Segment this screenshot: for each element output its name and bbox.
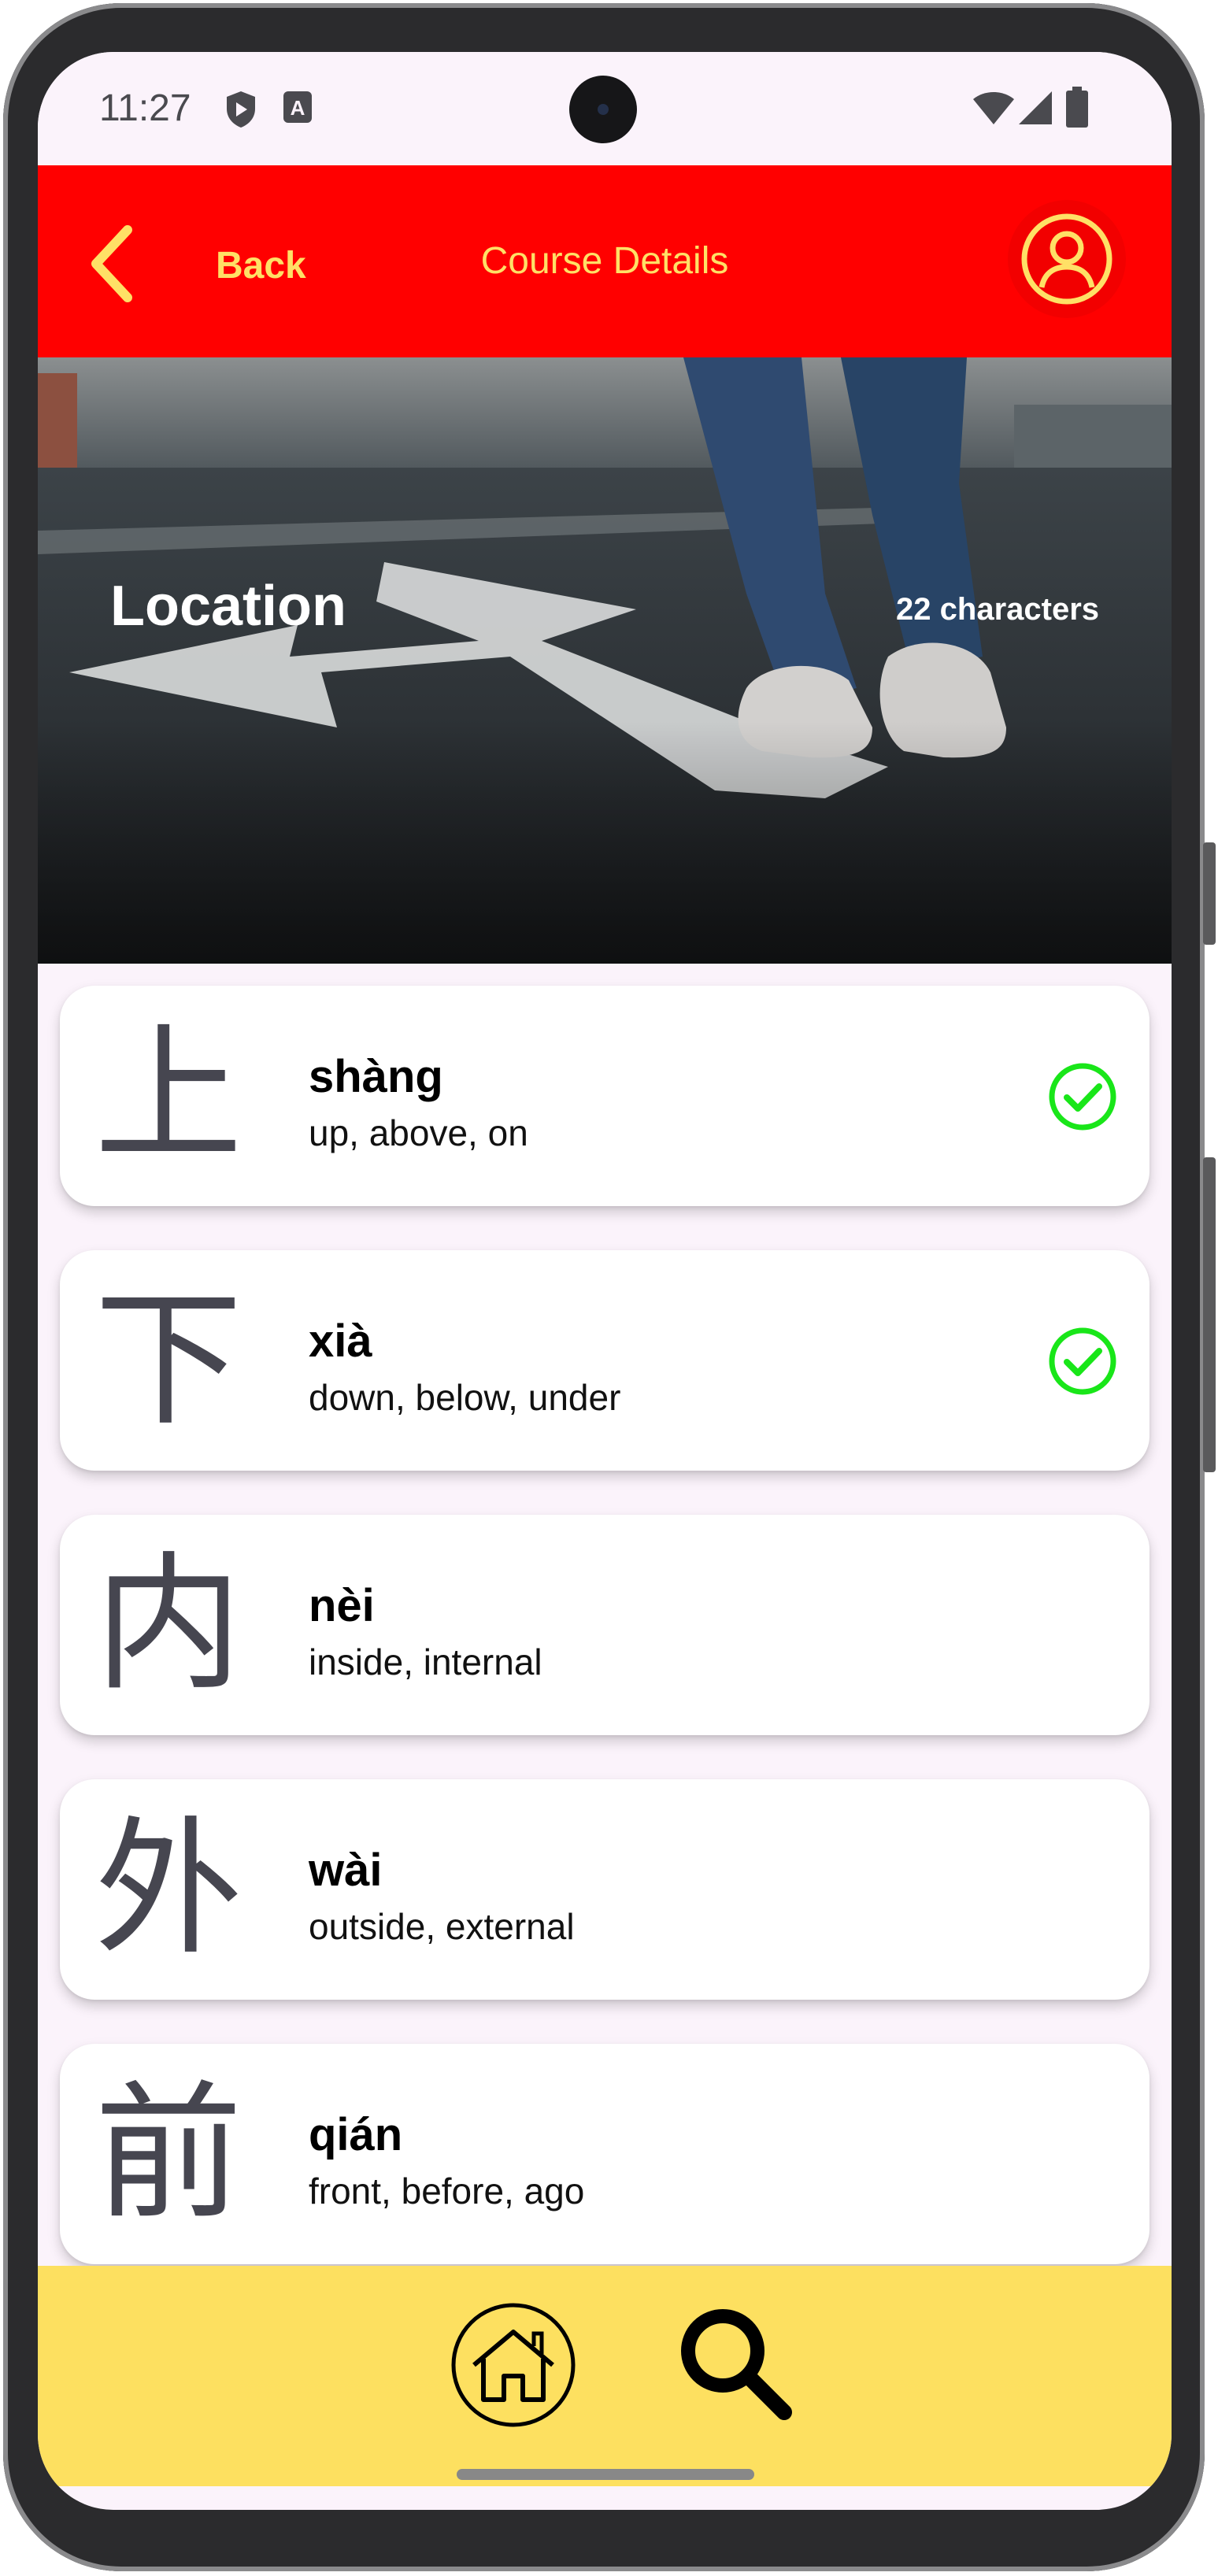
user-avatar-icon	[1021, 213, 1112, 305]
gesture-bar	[457, 2469, 754, 2480]
profile-button[interactable]	[1008, 200, 1126, 318]
course-title: Location	[110, 575, 346, 638]
app-bar: Back Course Details	[38, 165, 1172, 357]
meaning: down, below, under	[309, 1377, 621, 1418]
volume-button	[1203, 842, 1216, 945]
wifi-icon	[973, 92, 1014, 124]
pinyin: nèi	[309, 1580, 375, 1631]
signal-icon	[1019, 91, 1052, 124]
road-arrows-image	[38, 357, 1172, 964]
pinyin: xià	[309, 1316, 372, 1367]
page-title: Course Details	[480, 240, 729, 282]
pinyin: wài	[309, 1845, 383, 1896]
hanzi-character: 前	[94, 2067, 242, 2240]
hanzi-character: 外	[94, 1803, 242, 1975]
check-circle-icon	[1049, 1063, 1116, 1131]
home-icon[interactable]	[450, 2302, 576, 2428]
meaning: front, before, ago	[309, 2171, 585, 2211]
hanzi-character: 内	[94, 1538, 242, 1711]
power-button	[1203, 1157, 1216, 1472]
battery-icon	[1066, 87, 1088, 128]
front-camera	[569, 76, 637, 143]
search-icon[interactable]	[674, 2302, 800, 2428]
status-time: 11:27	[99, 87, 191, 129]
text-a-icon: A	[283, 91, 312, 123]
svg-text:A: A	[291, 96, 305, 120]
status-bar: 11:27 A	[38, 52, 1172, 165]
phone-frame: 11:27 A Back Course Details Location 22 …	[0, 0, 1218, 2576]
hanzi-character: 下	[94, 1274, 242, 1446]
check-circle-icon	[1049, 1327, 1116, 1395]
list-item[interactable]: 下 xià down, below, under	[60, 1250, 1150, 1471]
app-screen: 11:27 A Back Course Details Location 22 …	[38, 52, 1172, 2510]
character-count: 22 characters	[896, 592, 1099, 627]
list-item[interactable]: 外 wài outside, external	[60, 1779, 1150, 2000]
pinyin: shàng	[309, 1051, 443, 1102]
pinyin: qián	[309, 2109, 403, 2160]
meaning: up, above, on	[309, 1112, 528, 1153]
bottom-nav	[38, 2266, 1172, 2486]
meaning: outside, external	[309, 1906, 575, 1947]
course-hero-image	[38, 357, 1172, 964]
meaning: inside, internal	[309, 1641, 542, 1682]
shield-icon	[227, 91, 255, 128]
list-item[interactable]: 前 qián front, before, ago	[60, 2044, 1150, 2264]
list-item[interactable]: 内 nèi inside, internal	[60, 1515, 1150, 1735]
character-list[interactable]: 上 shàng up, above, on 下 xià down, below,…	[38, 964, 1172, 2266]
list-item[interactable]: 上 shàng up, above, on	[60, 986, 1150, 1206]
hanzi-character: 上	[94, 1009, 242, 1182]
